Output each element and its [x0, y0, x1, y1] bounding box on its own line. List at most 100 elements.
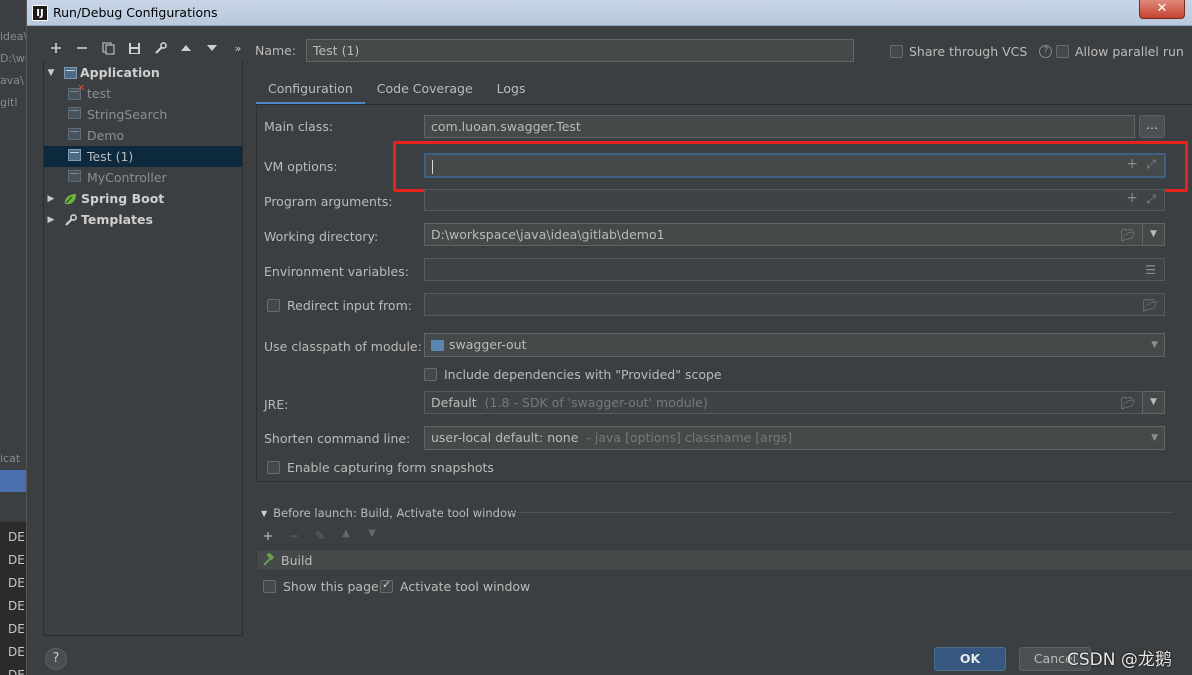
move-up-icon[interactable]: ▲: [337, 528, 355, 543]
working-directory-field[interactable]: D:\workspace\java\idea\gitlab\demo1 📂︎: [424, 223, 1143, 246]
plus-icon[interactable]: +: [1126, 190, 1138, 206]
name-label: Name:: [255, 43, 297, 58]
tree-group-spring-boot[interactable]: ▶ Spring Boot: [44, 188, 242, 209]
chevron-down-icon: ▼: [1151, 433, 1158, 443]
tab-code-coverage[interactable]: Code Coverage: [365, 77, 485, 105]
tree-item-test-1[interactable]: Test (1): [44, 146, 242, 167]
parallel-run-checkbox[interactable]: [1056, 45, 1069, 58]
tree-item-stringsearch[interactable]: StringSearch: [44, 104, 242, 125]
title-bar[interactable]: IJ Run/Debug Configurations ✕: [27, 0, 1192, 26]
folder-icon[interactable]: 📂︎: [1121, 228, 1136, 242]
edit-icon[interactable]: ✎: [311, 528, 329, 543]
tree-group-application[interactable]: ▼ Application: [44, 62, 242, 83]
vm-options-field[interactable]: + ⤢: [424, 153, 1166, 178]
tree-group-templates[interactable]: ▶ Templates: [44, 209, 242, 230]
tree-item-label: test: [87, 86, 112, 101]
more-icon[interactable]: »: [225, 38, 251, 58]
shorten-command-select[interactable]: user-local default: none - java [options…: [424, 426, 1165, 450]
main-class-field[interactable]: com.luoan.swagger.Test: [424, 115, 1135, 138]
tree-item-demo[interactable]: Demo: [44, 125, 242, 146]
before-launch-divider: [509, 512, 1174, 513]
collapsed-arrow-icon[interactable]: ▶: [44, 215, 58, 225]
collapsed-arrow-icon[interactable]: ▶: [44, 194, 58, 204]
build-hammer-icon: [263, 553, 275, 566]
main-class-label: Main class:: [264, 119, 334, 134]
form-snapshots-label: Enable capturing form snapshots: [287, 460, 494, 475]
wrench-icon[interactable]: [147, 38, 173, 58]
tab-logs[interactable]: Logs: [485, 77, 538, 105]
move-down-icon[interactable]: [199, 38, 225, 58]
config-icon: [68, 107, 81, 119]
close-button[interactable]: ✕: [1139, 0, 1185, 19]
jre-field[interactable]: Default (1.8 - SDK of 'swagger-out' modu…: [424, 391, 1143, 414]
folder-icon[interactable]: 📂︎: [1121, 396, 1136, 410]
environment-variables-field[interactable]: ☰: [424, 258, 1165, 281]
redirect-input-field[interactable]: 📂︎: [424, 293, 1165, 316]
remove-icon[interactable]: −: [285, 528, 303, 543]
browse-button[interactable]: ...: [1139, 115, 1165, 138]
environment-variables-label: Environment variables:: [264, 264, 409, 279]
bg-console-row: DE: [8, 645, 25, 659]
config-icon: [68, 170, 81, 182]
remove-icon[interactable]: [69, 38, 95, 58]
redirect-input-checkbox[interactable]: [267, 299, 280, 312]
classpath-module-select[interactable]: swagger-out ▼: [424, 333, 1165, 357]
before-launch-list: Build: [256, 549, 1192, 571]
jre-dropdown[interactable]: ▼: [1142, 391, 1165, 414]
include-deps-label: Include dependencies with "Provided" sco…: [444, 367, 722, 382]
vm-options-label: VM options:: [264, 159, 338, 174]
build-task-label[interactable]: Build: [281, 553, 312, 568]
activate-window-option[interactable]: Activate tool window: [380, 578, 530, 594]
activate-window-checkbox[interactable]: [380, 578, 393, 593]
bg-text-fragment: ava\: [0, 74, 24, 87]
tree-item-label: Demo: [87, 128, 125, 143]
form-snapshots-checkbox[interactable]: [267, 461, 280, 474]
list-icon[interactable]: ☰: [1145, 263, 1156, 277]
bg-selection-strip: [0, 470, 26, 492]
name-input[interactable]: Test (1): [306, 39, 854, 62]
before-launch-toolbar: + − ✎ ▲ ▼: [259, 528, 381, 543]
error-x-icon: ✕: [77, 82, 86, 94]
add-icon[interactable]: +: [259, 528, 277, 543]
expanded-arrow-icon[interactable]: ▼: [44, 68, 58, 78]
copy-icon[interactable]: [95, 38, 121, 58]
folder-icon[interactable]: 📂︎: [1143, 298, 1158, 312]
move-up-icon[interactable]: [173, 38, 199, 58]
move-down-icon[interactable]: ▼: [363, 528, 381, 543]
help-button[interactable]: ?: [45, 648, 67, 670]
expand-icon[interactable]: ⤢: [1146, 157, 1156, 172]
intellij-icon: IJ: [32, 5, 48, 21]
program-arguments-field[interactable]: + ⤢: [424, 189, 1165, 211]
include-deps-option[interactable]: Include dependencies with "Provided" sco…: [424, 367, 722, 382]
tree-item-test[interactable]: ✕ test: [44, 83, 242, 104]
add-icon[interactable]: [43, 38, 69, 58]
share-vcs-checkbox[interactable]: [890, 45, 903, 58]
tabs-divider: [256, 104, 1192, 105]
question-mark-icon[interactable]: ?: [1039, 45, 1053, 58]
working-directory-dropdown[interactable]: ▼: [1142, 223, 1165, 246]
parallel-run-option[interactable]: Allow parallel run: [1056, 44, 1184, 59]
ok-button[interactable]: OK: [934, 647, 1006, 671]
redirect-input-option[interactable]: Redirect input from:: [267, 298, 412, 313]
working-directory-label: Working directory:: [264, 229, 379, 244]
expand-icon[interactable]: ⤢: [1146, 192, 1156, 207]
module-icon: [431, 340, 444, 351]
background-ide-panel: idea\ D:\wo ava\ gitl icat DE DE DE DE D…: [0, 0, 26, 675]
plus-icon[interactable]: +: [1126, 156, 1138, 172]
config-icon: [68, 149, 81, 161]
bg-console-row: DE: [8, 576, 25, 590]
before-launch-header[interactable]: ▼ Before launch: Build, Activate tool wi…: [261, 506, 516, 520]
tab-configuration[interactable]: Configuration: [256, 77, 365, 105]
form-snapshots-option[interactable]: Enable capturing form snapshots: [267, 460, 494, 475]
show-page-checkbox[interactable]: [263, 580, 276, 593]
tree-item-mycontroller[interactable]: MyController: [44, 167, 242, 188]
save-icon[interactable]: [121, 38, 147, 58]
config-icon: [68, 128, 81, 140]
show-page-option[interactable]: Show this page: [263, 579, 379, 594]
run-debug-dialog: IJ Run/Debug Configurations ✕ » ▼ Applic…: [26, 0, 1192, 675]
tree-group-label: Templates: [81, 212, 153, 227]
share-vcs-option[interactable]: Share through VCS ?: [890, 44, 1053, 59]
bg-console-row: DE: [8, 599, 25, 613]
include-deps-checkbox[interactable]: [424, 368, 437, 381]
window-title: Run/Debug Configurations: [53, 5, 218, 20]
